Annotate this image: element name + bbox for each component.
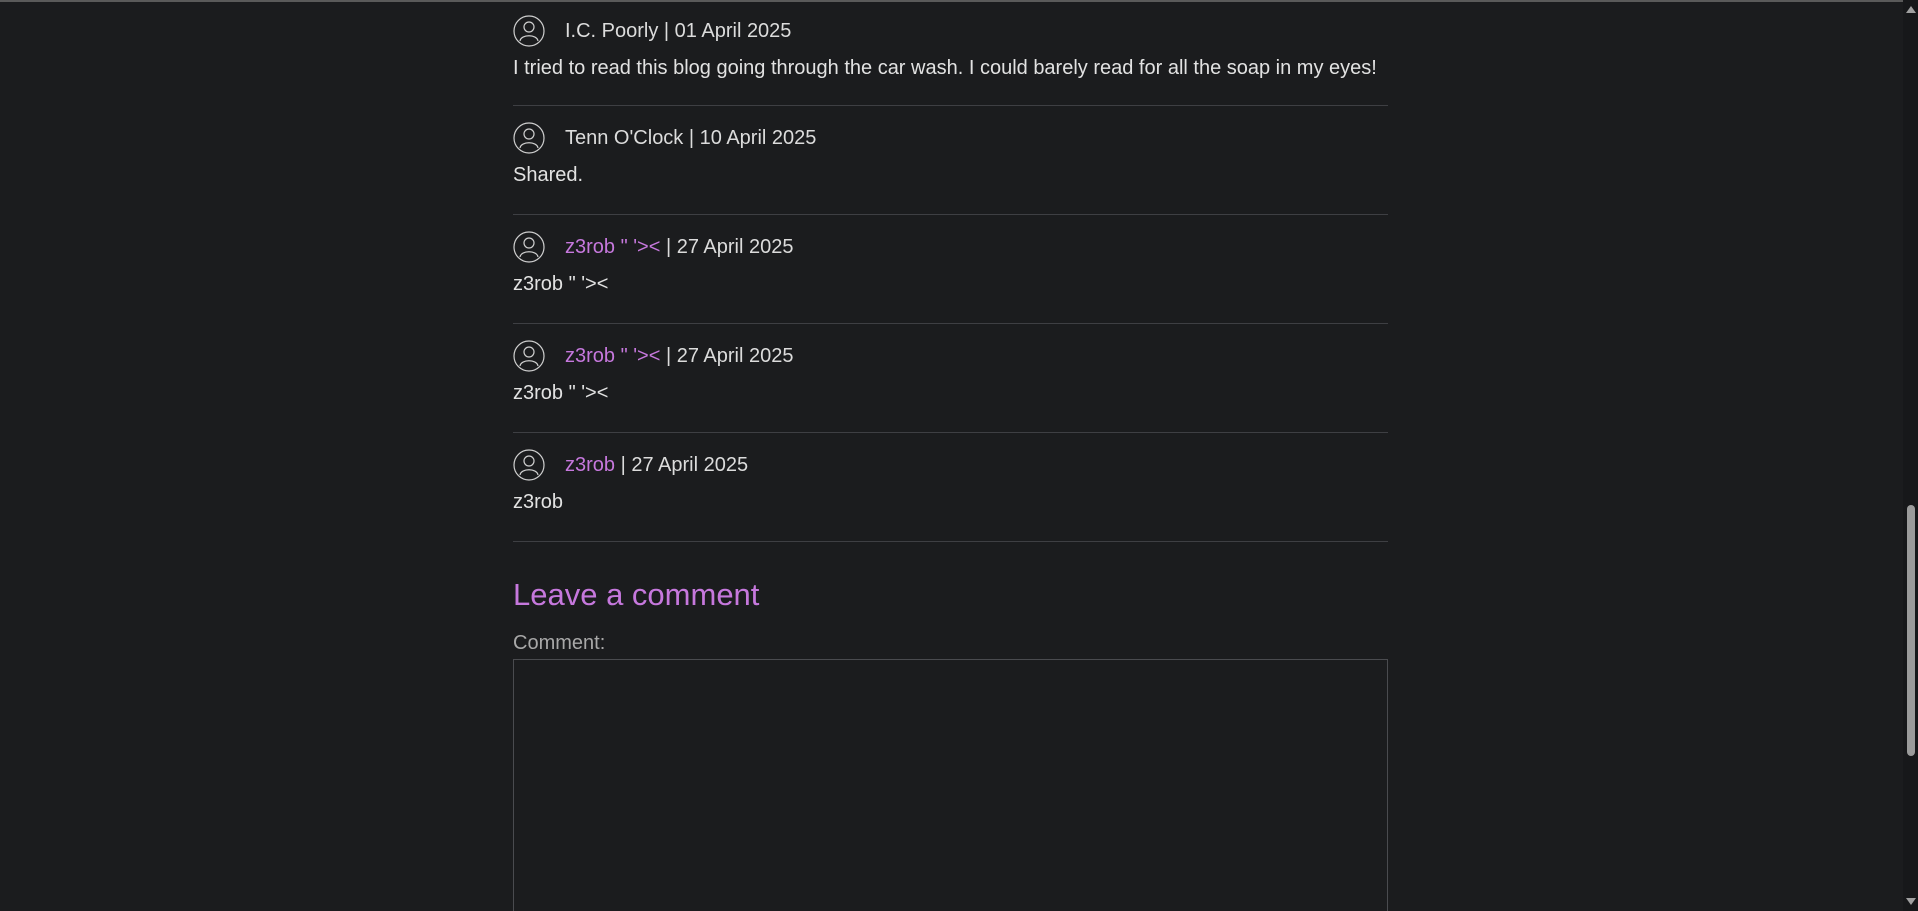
comment-field-label: Comment:: [513, 632, 606, 654]
meta-separator: |: [615, 453, 632, 476]
comment-author: I.C. Poorly: [565, 19, 659, 42]
comment-text: z3rob " '><: [513, 273, 609, 295]
comment-author-link[interactable]: z3rob: [565, 454, 615, 476]
user-avatar-icon: [513, 231, 545, 263]
comment-item: z3rob " '>< | 27 April 2025 z3rob " '><: [513, 324, 1388, 433]
comment-item: Tenn O'Clock | 10 April 2025 Shared.: [513, 106, 1388, 215]
comment-header: z3rob " '>< | 27 April 2025: [513, 340, 794, 372]
comment-item: I.C. Poorly | 01 April 2025 I tried to r…: [513, 0, 1388, 106]
comment-header: z3rob | 27 April 2025: [513, 449, 748, 481]
user-avatar-icon: [513, 449, 545, 481]
comment-item: z3rob " '>< | 27 April 2025 z3rob " '><: [513, 215, 1388, 324]
comment-meta: z3rob " '>< | 27 April 2025: [565, 236, 794, 259]
comment-text: z3rob: [513, 491, 564, 513]
scrollbar-thumb[interactable]: [1907, 505, 1915, 756]
comment-header: Tenn O'Clock | 10 April 2025: [513, 122, 816, 154]
user-avatar-icon: [513, 122, 545, 154]
comment-author-link[interactable]: z3rob " '><: [565, 345, 660, 367]
scroll-up-arrow-icon[interactable]: [1906, 6, 1916, 13]
comment-author-link[interactable]: z3rob " '><: [565, 236, 660, 258]
user-avatar-icon: [513, 340, 545, 372]
comments-section: I.C. Poorly | 01 April 2025 I tried to r…: [513, 0, 1388, 911]
scroll-down-arrow-icon[interactable]: [1906, 898, 1916, 905]
meta-separator: |: [683, 126, 700, 149]
comment-meta: z3rob | 27 April 2025: [565, 454, 748, 477]
comment-date: 27 April 2025: [631, 453, 749, 476]
comment-text: Shared.: [513, 164, 584, 186]
page-viewport: I.C. Poorly | 01 April 2025 I tried to r…: [0, 0, 1903, 911]
vertical-scrollbar[interactable]: [1903, 0, 1918, 911]
comment-date: 27 April 2025: [676, 235, 794, 258]
comment-meta: z3rob " '>< | 27 April 2025: [565, 345, 794, 368]
comment-header: I.C. Poorly | 01 April 2025: [513, 15, 791, 47]
comment-item: z3rob | 27 April 2025 z3rob: [513, 433, 1388, 542]
comment-date: 10 April 2025: [699, 126, 817, 149]
leave-comment-heading: Leave a comment: [513, 577, 760, 612]
meta-separator: |: [660, 344, 677, 367]
comment-author: Tenn O'Clock: [565, 126, 684, 149]
comment-date: 27 April 2025: [676, 344, 794, 367]
comment-text: I tried to read this blog going through …: [513, 57, 1377, 79]
user-avatar-icon: [513, 15, 545, 47]
comment-meta: Tenn O'Clock | 10 April 2025: [565, 127, 816, 150]
comment-date: 01 April 2025: [674, 19, 792, 42]
comment-header: z3rob " '>< | 27 April 2025: [513, 231, 794, 263]
meta-separator: |: [658, 19, 675, 42]
comment-meta: I.C. Poorly | 01 April 2025: [565, 20, 791, 43]
comment-text: z3rob " '><: [513, 382, 609, 404]
meta-separator: |: [660, 235, 677, 258]
comment-textarea[interactable]: [513, 659, 1388, 911]
